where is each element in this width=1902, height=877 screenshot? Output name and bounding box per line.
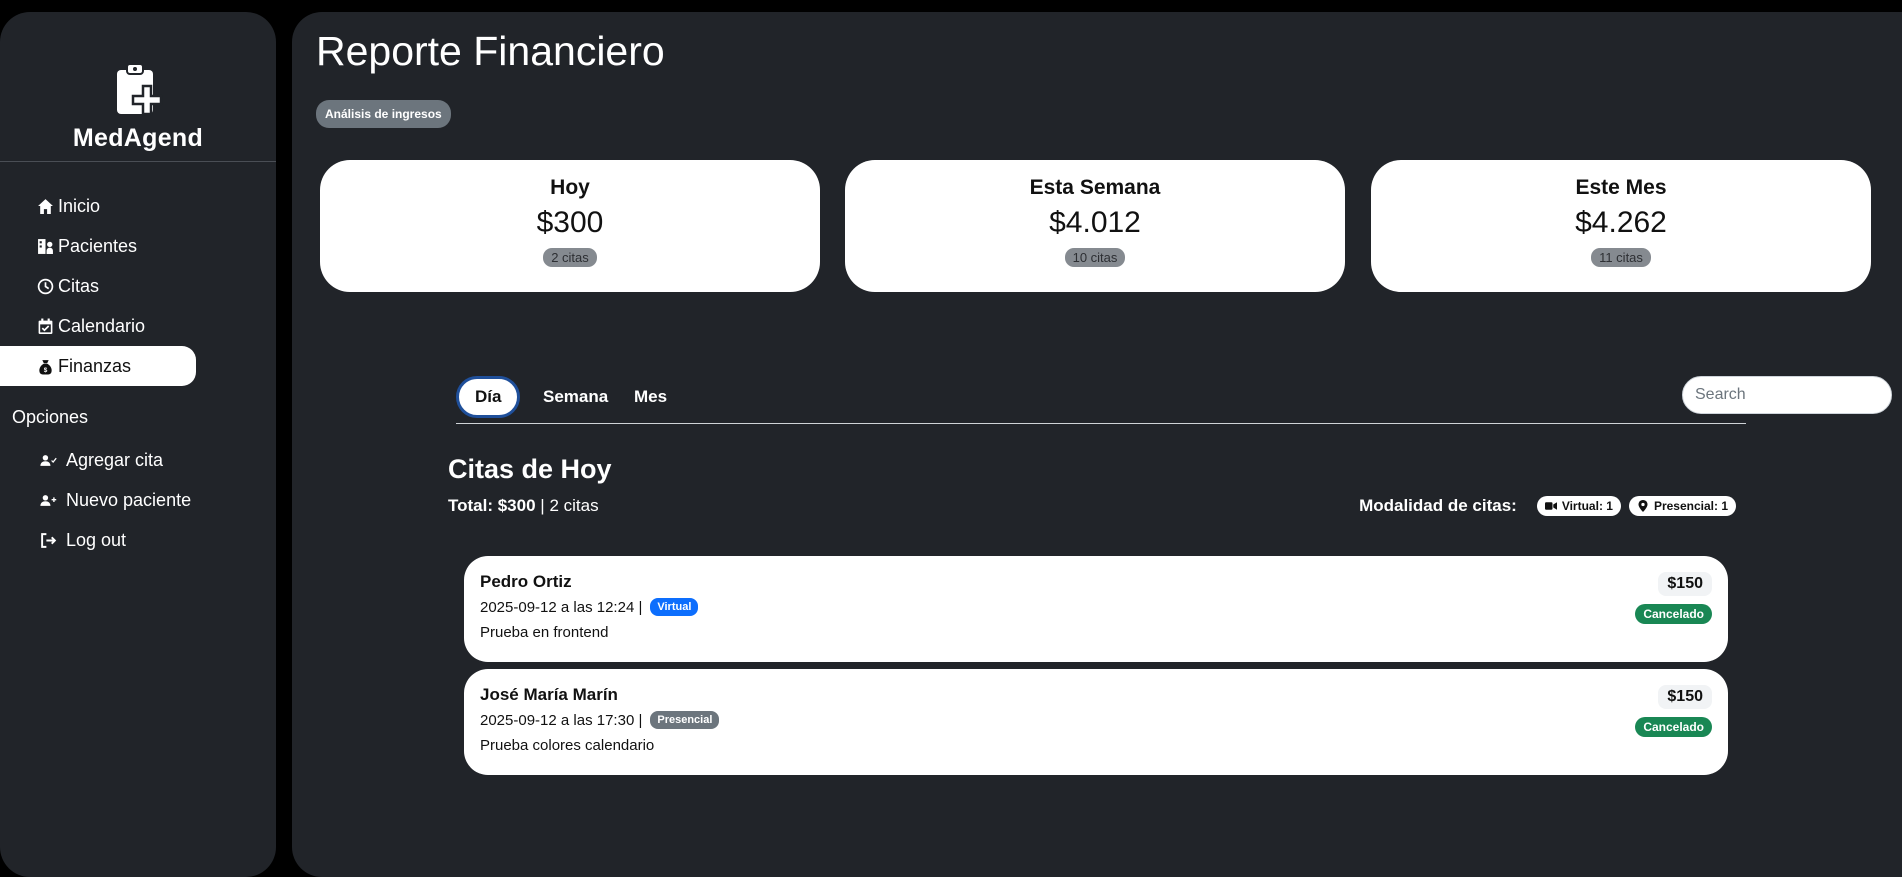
datetime-text: 2025-09-12 a las 17:30 | bbox=[480, 711, 643, 729]
stat-card-hoy: Hoy $300 2 citas bbox=[320, 160, 820, 292]
total-count: 2 citas bbox=[549, 496, 599, 515]
brand: MedAgend bbox=[0, 12, 276, 162]
mode-badge: Presencial bbox=[650, 711, 720, 729]
sidebar-item-label: Inicio bbox=[58, 195, 101, 216]
datetime-text: 2025-09-12 a las 12:24 | bbox=[480, 598, 643, 616]
sidebar-nav: Inicio Pacientes Citas Calendario $ Fina… bbox=[0, 186, 276, 386]
sidebar: MedAgend Inicio Pacientes Citas Calendar… bbox=[0, 12, 276, 877]
appointment-note: Prueba colores calendario bbox=[480, 737, 655, 754]
user-plus-icon bbox=[36, 491, 60, 509]
svg-text:$: $ bbox=[43, 366, 47, 373]
presencial-count-text: Presencial: 1 bbox=[1653, 499, 1728, 513]
page-title: Reporte Financiero bbox=[316, 28, 665, 74]
total-separator: | bbox=[540, 496, 545, 515]
patient-name: Pedro Ortiz bbox=[480, 572, 572, 591]
sidebar-item-label: Finanzas bbox=[58, 355, 132, 376]
tab-semana[interactable]: Semana bbox=[527, 376, 624, 418]
video-camera-icon bbox=[1544, 502, 1557, 510]
virtual-count-badge: Virtual: 1 bbox=[1536, 496, 1621, 516]
stat-label: Este Mes bbox=[1575, 176, 1667, 199]
appointment-card[interactable]: José María Marín 2025-09-12 a las 17:30 … bbox=[464, 669, 1728, 775]
sidebar-item-label: Log out bbox=[66, 529, 127, 550]
user-check-icon bbox=[36, 451, 60, 469]
clock-icon bbox=[36, 277, 54, 295]
stat-count-badge: 10 citas bbox=[1064, 248, 1126, 267]
total-amount: Total: $300 bbox=[448, 496, 536, 515]
period-tabs: Día Semana Mes bbox=[456, 362, 1892, 424]
stat-amount: $4.012 bbox=[1049, 206, 1141, 239]
patients-icon bbox=[36, 237, 54, 255]
total-line: Total: $300 | 2 citas bbox=[448, 496, 599, 516]
sidebar-item-pacientes[interactable]: Pacientes bbox=[0, 226, 196, 266]
patient-name: José María Marín bbox=[480, 685, 618, 704]
presencial-count-badge: Presencial: 1 bbox=[1628, 496, 1736, 516]
stat-amount: $4.262 bbox=[1575, 206, 1667, 239]
section-title: Citas de Hoy bbox=[448, 454, 612, 484]
stat-label: Hoy bbox=[550, 176, 590, 199]
search-input[interactable] bbox=[1682, 376, 1892, 414]
sidebar-item-calendario[interactable]: Calendario bbox=[0, 306, 196, 346]
modality-summary: Modalidad de citas: Virtual: 1 Presencia… bbox=[1359, 496, 1736, 516]
sidebar-item-label: Pacientes bbox=[58, 235, 138, 256]
stat-count-badge: 2 citas bbox=[543, 248, 597, 267]
app-root: MedAgend Inicio Pacientes Citas Calendar… bbox=[0, 0, 1902, 877]
logout-icon bbox=[36, 531, 60, 549]
stat-label: Esta Semana bbox=[1029, 176, 1161, 199]
tab-mes[interactable]: Mes bbox=[618, 376, 683, 418]
stat-card-mes: Este Mes $4.262 11 citas bbox=[1371, 160, 1871, 292]
sidebar-item-label: Agregar cita bbox=[66, 449, 164, 470]
sidebar-item-nuevo-paciente[interactable]: Nuevo paciente bbox=[0, 480, 196, 520]
appointment-datetime: 2025-09-12 a las 17:30 | Presencial bbox=[480, 711, 720, 729]
clipboard-plus-icon bbox=[117, 63, 163, 116]
sidebar-item-inicio[interactable]: Inicio bbox=[0, 186, 196, 226]
money-bag-icon: $ bbox=[36, 357, 54, 375]
options-nav: Agregar cita Nuevo paciente Log out bbox=[0, 440, 276, 560]
sidebar-item-citas[interactable]: Citas bbox=[0, 266, 196, 306]
options-heading: Opciones bbox=[12, 407, 89, 427]
sidebar-item-label: Calendario bbox=[58, 315, 146, 336]
appointment-note: Prueba en frontend bbox=[480, 624, 609, 641]
map-pin-icon bbox=[1638, 500, 1648, 512]
stat-count-badge: 11 citas bbox=[1591, 248, 1651, 267]
appointment-card[interactable]: Pedro Ortiz 2025-09-12 a las 12:24 | Vir… bbox=[464, 556, 1728, 662]
tab-dia[interactable]: Día bbox=[456, 376, 521, 418]
stat-card-semana: Esta Semana $4.012 10 citas bbox=[845, 160, 1345, 292]
mode-badge: Virtual bbox=[650, 598, 699, 616]
status-badge: Cancelado bbox=[1635, 604, 1712, 624]
price-badge: $150 bbox=[1658, 572, 1712, 596]
main-panel: Reporte Financiero Análisis de ingresos … bbox=[292, 12, 1902, 877]
brand-name: MedAgend bbox=[72, 124, 204, 152]
appointment-datetime: 2025-09-12 a las 12:24 | Virtual bbox=[480, 598, 699, 616]
status-badge: Cancelado bbox=[1635, 717, 1712, 737]
calendar-check-icon bbox=[36, 317, 54, 335]
stat-amount: $300 bbox=[536, 206, 604, 239]
subtitle-badge: Análisis de ingresos bbox=[316, 100, 451, 128]
virtual-count-text: Virtual: 1 bbox=[1561, 499, 1613, 513]
sidebar-item-agregar-cita[interactable]: Agregar cita bbox=[0, 440, 196, 480]
sidebar-item-log-out[interactable]: Log out bbox=[0, 520, 196, 560]
price-badge: $150 bbox=[1658, 685, 1712, 709]
sidebar-item-finanzas[interactable]: $ Finanzas bbox=[0, 346, 196, 386]
sidebar-item-label: Nuevo paciente bbox=[66, 489, 192, 510]
sidebar-item-label: Citas bbox=[58, 275, 100, 296]
modality-label: Modalidad de citas: bbox=[1359, 496, 1517, 515]
home-icon bbox=[36, 197, 54, 215]
